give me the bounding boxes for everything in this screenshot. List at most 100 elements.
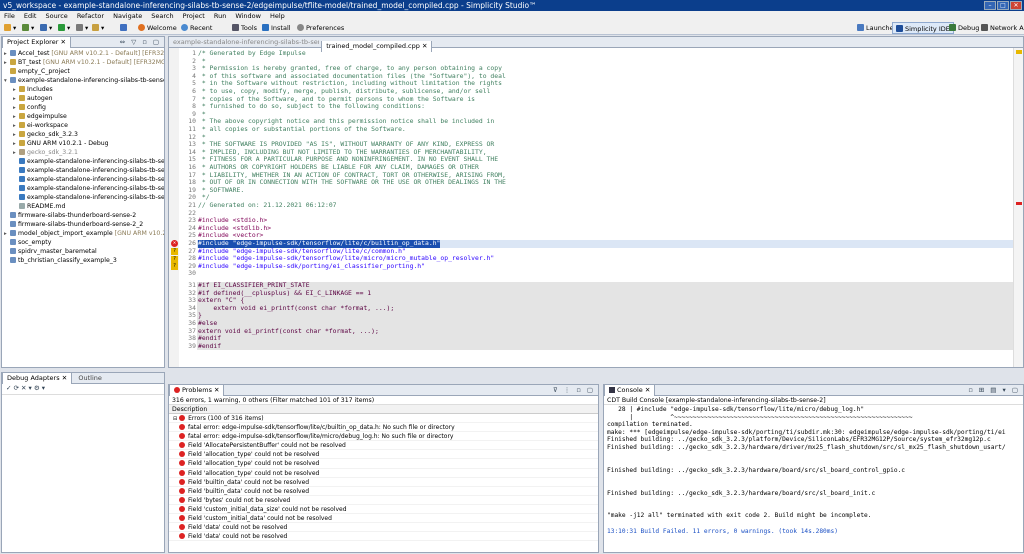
tree-item[interactable]: ▸ config <box>2 103 164 112</box>
problem-row[interactable]: Field 'allocation_type' could not be res… <box>169 469 598 478</box>
line-number: 39 <box>188 341 196 350</box>
tree-item[interactable]: ▸ BT_test [GNU ARM v10.2.1 - Default] [EF… <box>2 58 164 67</box>
folder-icon <box>19 185 25 191</box>
tree-item[interactable]: README.md <box>2 202 164 211</box>
tree-item[interactable]: ▸ Accel_test [GNU ARM v10.2.1 - Default] … <box>2 49 164 58</box>
problem-row[interactable]: Field 'custom_initial_data' could not be… <box>169 514 598 524</box>
welcome-button[interactable]: Welcome <box>138 24 177 33</box>
tree-item[interactable]: spidrv_master_baremetal <box>2 247 164 256</box>
problem-row[interactable]: Field 'bytes' could not be resolved <box>169 496 598 505</box>
warning-marker-icon[interactable]: ? <box>171 247 178 255</box>
problem-row[interactable]: Field 'data' could not be resolved <box>169 532 598 542</box>
tab-debug-adapters[interactable]: Debug Adapters ✕ <box>2 373 73 384</box>
problem-row[interactable]: Field 'custom_initial_data_size' could n… <box>169 505 598 515</box>
panel-toolbar-icons[interactable]: ⇔ ▽ ▫ ▢ <box>120 38 161 46</box>
folder-icon <box>10 257 16 263</box>
folder-icon <box>10 230 16 236</box>
console-toolbar-icons[interactable]: ▫ ⊞ ▤ ▾ ▢ <box>968 386 1020 394</box>
tree-item[interactable]: example-standalone-inferencing-silabs-tb… <box>2 175 164 184</box>
menu-window[interactable]: Window <box>235 11 261 21</box>
menu-file[interactable]: File <box>4 11 15 21</box>
recent-button[interactable]: Recent <box>181 24 212 33</box>
problem-row[interactable]: fatal error: edge-impulse-sdk/tensorflow… <box>169 432 598 442</box>
tab-console[interactable]: Console ✕ <box>604 385 656 396</box>
tree-item[interactable]: ▸ ei-workspace <box>2 121 164 130</box>
tree-item[interactable]: example-standalone-inferencing-silabs-tb… <box>2 166 164 175</box>
tree-item[interactable]: example-standalone-inferencing-silabs-tb… <box>2 157 164 166</box>
tree-item[interactable]: example-standalone-inferencing-silabs-tb… <box>2 184 164 193</box>
problem-description: Field 'AllocatePersistentBuffer' could n… <box>188 442 346 450</box>
home-icon[interactable] <box>120 24 129 33</box>
menu-navigate[interactable]: Navigate <box>113 11 142 21</box>
console-line: 13:10:31 Build Failed. 11 errors, 0 warn… <box>607 527 838 535</box>
tree-item[interactable]: ▸ Includes <box>2 85 164 94</box>
perspective-network-analyzer[interactable]: Network Anal <box>978 22 1024 34</box>
tab-problems[interactable]: Problems ✕ <box>169 385 225 396</box>
console-line: 28 | #include "edge-impulse-sdk/tensorfl… <box>607 406 865 413</box>
debug-adapters-toolbar[interactable]: ✓ ⟳ ✕ ▾ ⚙ ▾ <box>2 384 164 395</box>
tree-item[interactable]: ▸ autogen <box>2 94 164 103</box>
perspective-debug[interactable]: Debug <box>946 22 982 34</box>
tree-item[interactable]: firmware-silabs-thunderboard-sense-2_2 <box>2 220 164 229</box>
debug-icon[interactable]: ▾ <box>40 24 52 33</box>
window-title: v5_workspace - example-standalone-infere… <box>3 1 537 10</box>
tree-item[interactable]: ▸ gecko_sdk_3.2.1 <box>2 148 164 157</box>
tree-item[interactable]: firmware-silabs-thunderboard-sense-2 <box>2 211 164 220</box>
menu-run[interactable]: Run <box>214 11 226 21</box>
tab-project-explorer[interactable]: Project Explorer ✕ <box>2 37 71 48</box>
tree-item-label: README.md <box>27 203 66 210</box>
warning-marker-icon[interactable]: ? <box>171 255 178 263</box>
error-icon <box>179 415 186 421</box>
tab-slcp-file[interactable]: example-standalone-inferencing-silabs-tb… <box>169 37 319 48</box>
tree-item[interactable]: ▾ example-standalone-inferencing-silabs-t… <box>2 76 164 85</box>
tree-item[interactable]: soc_empty <box>2 238 164 247</box>
editor-overview-ruler[interactable] <box>1013 48 1023 367</box>
maximize-button[interactable]: □ <box>997 1 1009 10</box>
warning-marker-icon[interactable]: ? <box>171 263 178 271</box>
preferences-button[interactable]: Preferences <box>297 24 344 33</box>
menu-source[interactable]: Source <box>45 11 67 21</box>
tree-item[interactable]: ▸ gecko_sdk_3.2.3 <box>2 130 164 139</box>
code-editor[interactable]: 1/* Generated by Edge Impulse 2 * 3 * Perm… <box>169 48 1023 367</box>
tree-item-label: soc_empty <box>18 239 52 246</box>
problem-row[interactable]: Field 'builtin_data' could not be resolv… <box>169 478 598 487</box>
console-output[interactable]: 28 | #include "edge-impulse-sdk/tensorfl… <box>604 405 1023 535</box>
problem-row[interactable]: fatal error: edge-impulse-sdk/tensorflow… <box>169 423 598 433</box>
menu-refactor[interactable]: Refactor <box>77 11 104 21</box>
menu-search[interactable]: Search <box>151 11 173 21</box>
problem-row[interactable]: Field 'data' could not be resolved <box>169 523 598 533</box>
tree-item[interactable]: ▸ model_object_import_example [GNU ARM v1… <box>2 229 164 238</box>
run-icon[interactable]: ▾ <box>58 24 70 33</box>
problems-toolbar-icons[interactable]: ⊽ ⋮ ▫ ▢ <box>553 386 595 394</box>
menu-help[interactable]: Help <box>270 11 285 21</box>
folder-icon <box>19 95 25 101</box>
tree-item[interactable]: empty_C_project <box>2 67 164 76</box>
description-column-header[interactable]: Description <box>169 405 598 414</box>
close-window-button[interactable]: ✕ <box>1010 1 1022 10</box>
external-tools-icon[interactable]: ▾ <box>76 24 88 33</box>
tree-item-label: example-standalone-inferencing-silabs-tb… <box>27 176 165 183</box>
tree-item[interactable]: ▸ edgeimpulse <box>2 112 164 121</box>
tree-item-label: firmware-silabs-thunderboard-sense-2_2 <box>18 221 144 228</box>
tree-item[interactable]: tb_christian_classify_example_3 <box>2 256 164 265</box>
tools-button[interactable]: Tools <box>232 24 257 33</box>
minimize-button[interactable]: – <box>984 1 996 10</box>
error-icon <box>179 478 185 485</box>
problem-row[interactable]: Field 'AllocatePersistentBuffer' could n… <box>169 441 598 451</box>
perspective-simplicity-ide[interactable]: Simplicity IDE <box>892 22 954 34</box>
menu-project[interactable]: Project <box>183 11 205 21</box>
problem-row[interactable]: Field 'allocation_type' could not be res… <box>169 450 598 460</box>
tree-item[interactable]: ▸ GNU ARM v10.2.1 - Debug <box>2 139 164 148</box>
menu-edit[interactable]: Edit <box>24 11 37 21</box>
problem-row[interactable]: Field 'allocation_type' could not be res… <box>169 459 598 469</box>
tree-item[interactable]: example-standalone-inferencing-silabs-tb… <box>2 193 164 202</box>
tree-item-label: empty_C_project <box>18 68 70 75</box>
install-button[interactable]: Install <box>262 24 291 33</box>
search-icon[interactable]: ▾ <box>92 24 104 33</box>
new-icon[interactable]: ▾ <box>4 24 16 33</box>
editor-panel: example-standalone-inferencing-silabs-tb… <box>168 36 1024 368</box>
build-icon[interactable]: ▾ <box>22 24 34 33</box>
tab-outline[interactable]: Outline <box>74 373 106 384</box>
problem-row[interactable]: Field 'builtin_data' could not be resolv… <box>169 487 598 496</box>
errors-group-row[interactable]: ⊟ Errors (100 of 316 items) <box>169 414 598 424</box>
